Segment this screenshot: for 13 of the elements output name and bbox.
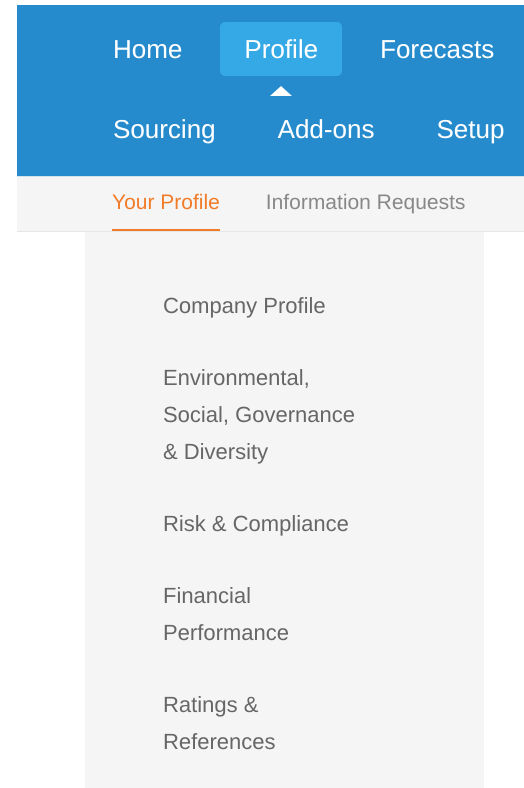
- nav-tab[interactable]: Setup: [412, 102, 524, 156]
- sidebar-link[interactable]: Environmental, Social, Governance & Diversity: [163, 359, 355, 470]
- sidebar-link[interactable]: Financial Performance: [163, 577, 289, 651]
- nav-tab[interactable]: Profile: [220, 22, 342, 76]
- sidebar-link[interactable]: Ratings & References: [163, 686, 276, 760]
- nav-tab[interactable]: Add-ons: [254, 102, 398, 156]
- sidebar-link[interactable]: Risk & Compliance: [163, 505, 349, 542]
- nav-tab[interactable]: Home: [89, 22, 206, 76]
- pointer-icon: [270, 86, 292, 96]
- nav-tab[interactable]: Forecasts: [356, 22, 518, 76]
- sidebar-link[interactable]: Company Profile: [163, 287, 326, 324]
- nav-tab[interactable]: Sourcing: [89, 102, 240, 156]
- sub-tab[interactable]: Information Requests: [266, 177, 466, 231]
